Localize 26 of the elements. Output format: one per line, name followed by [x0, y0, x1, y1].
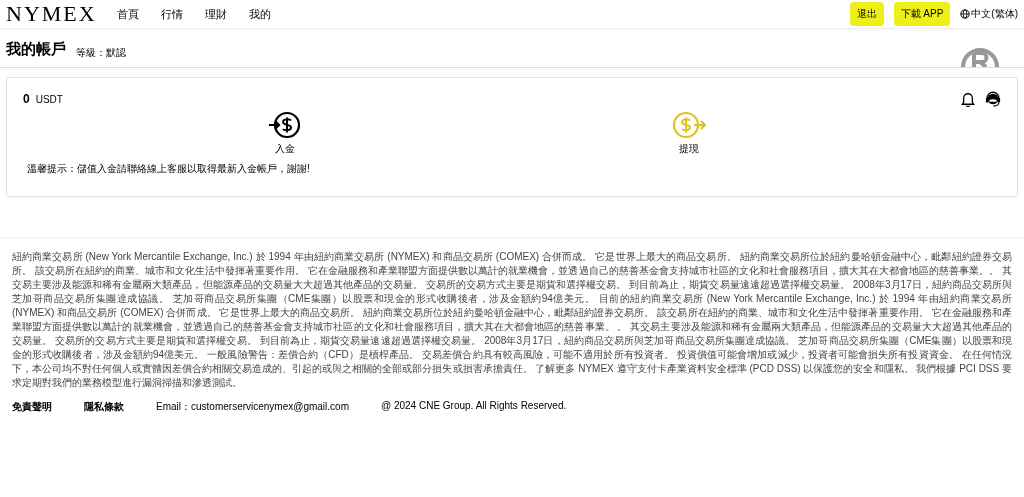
balance-value: 0	[23, 92, 30, 106]
nav-link[interactable]: 行情	[160, 6, 183, 22]
action-link[interactable]: 入金	[275, 142, 295, 156]
withdraw-icon	[672, 110, 706, 140]
page-title: 我的帳戶	[6, 40, 66, 59]
currency-unit: USDT	[35, 94, 63, 105]
notice-text: 溫馨提示：儲值入金請聯絡線上客服以取得最新入金帳戶，謝謝!	[27, 162, 311, 176]
nav-link[interactable]: 我的	[248, 6, 271, 22]
header-button[interactable]: 下載 APP	[893, 2, 951, 26]
footer-link[interactable]: 隱私條款	[84, 400, 124, 414]
registered-logo-icon	[960, 45, 1000, 67]
header-button[interactable]: 退出	[849, 2, 884, 26]
bell-icon[interactable]	[961, 91, 975, 107]
headset-icon[interactable]	[985, 91, 1001, 107]
nav-link[interactable]: 理財	[204, 6, 227, 22]
globe-icon	[960, 9, 971, 19]
email-text: Email：customerservicenymex@gmail.com	[156, 400, 349, 414]
copyright-text: @ 2024 CNE Group. All Rights Reserved.	[381, 400, 567, 413]
footer-link[interactable]: 免責聲明	[12, 400, 52, 414]
deposit-icon	[268, 110, 302, 140]
language-selector[interactable]: 中文(繁体)	[960, 7, 1018, 21]
action-link[interactable]: 提現	[679, 142, 699, 156]
nav-link[interactable]: 首頁	[116, 6, 139, 22]
disclaimer-text: 紐約商業交易所 (New York Mercantile Exchange, Inc.) 於 1994 年由紐約商業交易所 (NYMEX) 和商品交易所 (COMEX) 合併而成。 它是世界上最大的商品交易所。 紐約商業交易所位於紐約曼哈頓金融中心，毗鄰紐約證券交易所。 該交易所在紐約的商業、城市和文化生活中發揮著重要作用。 它在金融服務和產業聯盟方面提供數以萬計的就業機會，並透過自己的慈善基金會支持城市社區的文化和社會服務項目，擴大其在大都會地區的慈善事業。。 其交易主要涉及能源和稀有金屬兩大類產品，但能源產品的交易量大大超過其他產品的交易量。 交易所的交易方式主要是期貨和選擇權交易。 到目前為止，期貨交易量遠遠超過選擇權交易量。 2008年3月17日，紐約商品交易所與芝加哥商品交易所集團達成協議。 芝加哥商品交易所集團（CME集團）以股票和現金的形式收購後者，涉及金額約94億美元。 目前的紐約商業交易所 (New York Mercantile Exchange, Inc.) 於 1994 年由紐約商業交易所 (NYMEX) 和商品交易所 (COMEX) 合併而成。 它是世界上最大的商品交易所。 紐約商業交易所位於紐約曼哈頓金融中心，毗鄰紐約證券交易所。 該交易所在紐約的商業、城市和文化生活中發揮著重要作用。 它在金融服務和產業聯盟方面提供數以萬計的就業機會，並透過自己的慈善基金會支持城市社區的文化和社會服務項目，擴大其在大都會地區的慈善事業。 。 其交易主要涉及能源和稀有金屬兩大類產品，但能源產品的交易量大大超過其他產品的交易量。 交易所的交易方式主要是期貨和選擇權交易。 到目前為止，期貨交易量遠遠超過選擇權交易量。 2008年3月17日，紐約商品交易所與芝加哥商品交易所集團達成協議。 芝加哥商品交易所集團（CME集團）以股票和現金的形式收購後者，涉及金額約94億美元。 一般風險警告：差價合約（CFD）是槓桿產品。 交易差價合約具有較高風險，可能不適用於所有投資者。 投資價值可能會增加或減少，投資者可能會損失所有投資資金。 在任何情況下，本公司均不對任何個人或實體因差價合約相關交易造成的、引起的或與之相關的全部或部分損失或損害承擔責任。 了解更多 NYMEX 遵守支付卡產業資料安全標準 (PCD DSS) 以保護您的安全和隱私。 我們根據 PCI DSS 要求定期對我們的業務模型進行漏洞掃描和滲透測試。	[12, 250, 1012, 390]
logo[interactable]: NYMEX	[6, 1, 97, 27]
level-label: 等級：默認	[76, 46, 126, 60]
